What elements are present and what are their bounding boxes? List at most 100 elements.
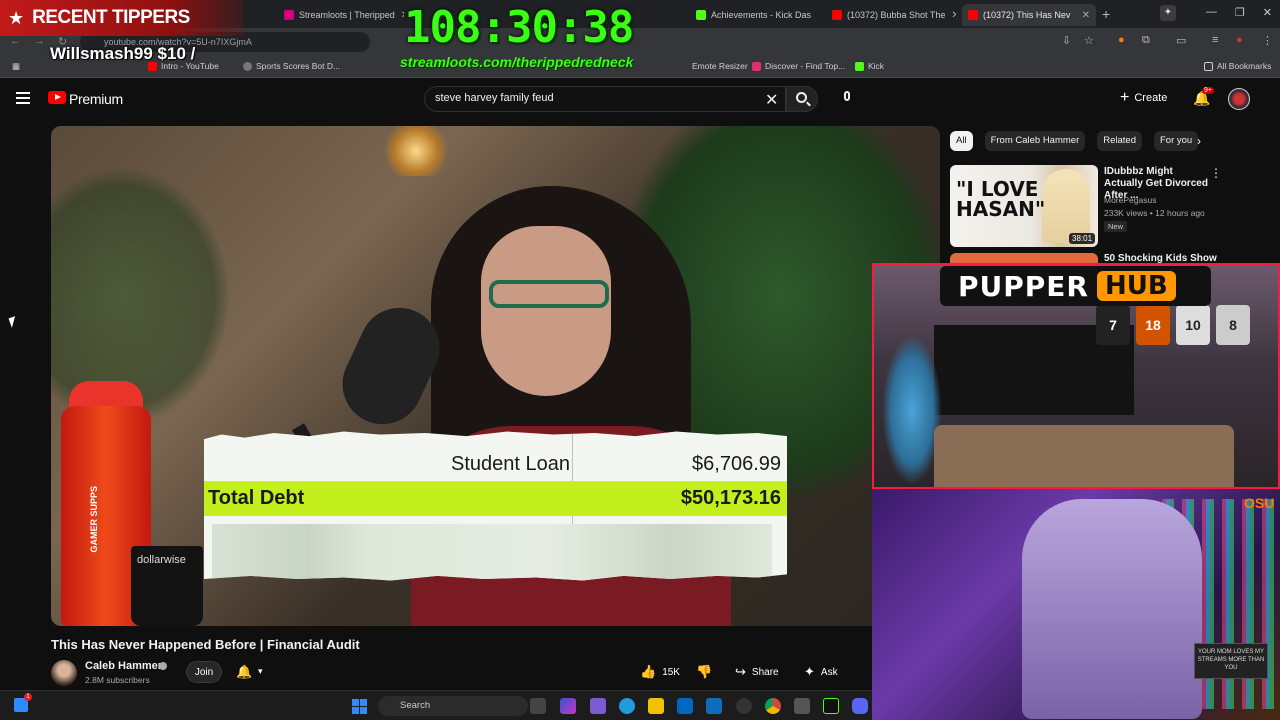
bookmark-item[interactable]: Emote Resizer	[692, 61, 748, 71]
debt-total-row: Total Debt $50,173.16	[204, 482, 787, 516]
close-icon[interactable]: ✕	[395, 10, 404, 21]
share-icon: ↪	[735, 664, 746, 679]
bottle-brand: GAMER SUPPS	[89, 486, 99, 553]
video-title: This Has Never Happened Before | Financi…	[51, 637, 360, 652]
voice-search-button[interactable]	[836, 87, 860, 111]
outlook-icon[interactable]	[706, 698, 722, 714]
debt-label: Student Loan	[451, 453, 570, 475]
folder-icon	[1204, 61, 1213, 71]
window-close-icon[interactable]: ✕	[1263, 6, 1272, 19]
sparkle-icon: ✦	[804, 664, 815, 679]
more-options-icon[interactable]: ⋮	[1210, 166, 1222, 180]
app-icon[interactable]	[823, 698, 839, 714]
minimize-icon[interactable]: —	[1206, 6, 1217, 19]
new-tab-icon[interactable]: +	[1102, 6, 1110, 22]
globe-icon	[243, 61, 252, 71]
blurred-rows	[212, 524, 772, 581]
tab-favicon-icon	[832, 10, 842, 20]
taskbar-search[interactable]: Search	[378, 696, 528, 716]
back-icon[interactable]: ←	[10, 35, 21, 47]
ask-button[interactable]: ✦ Ask	[804, 661, 838, 683]
chrome-icon[interactable]	[765, 698, 781, 714]
chevron-down-icon[interactable]: ▾	[258, 666, 263, 677]
browser-tab[interactable]: Streamloots | Theripped ✕	[278, 4, 404, 26]
jersey: 10	[1176, 305, 1210, 345]
jersey: 7	[1096, 305, 1130, 345]
account-avatar[interactable]	[1228, 88, 1250, 110]
video-player[interactable]: GAMER SUPPS dollarwise Student Loan $6,7…	[51, 126, 940, 626]
bookmark-star-icon[interactable]: ☆	[1084, 34, 1094, 47]
hamburger-menu-icon[interactable]	[16, 92, 30, 104]
recommended-channel[interactable]: MorePegasus	[1104, 195, 1156, 205]
browser-tab[interactable]: (10372) Bubba Shot The ✕	[826, 4, 956, 26]
create-button[interactable]: + Create	[1120, 89, 1167, 107]
join-button[interactable]: Join	[186, 661, 222, 683]
search-icon	[796, 92, 807, 103]
close-icon[interactable]: ✕	[945, 10, 956, 21]
store-icon[interactable]	[677, 698, 693, 714]
like-button[interactable]: 👍 15K	[640, 661, 680, 683]
tab-favicon-icon	[968, 10, 978, 20]
wall-sign: YOUR MOM LOVES MY STREAMS MORE THAN YOU	[1194, 643, 1268, 679]
jersey: 8	[1216, 305, 1250, 345]
obs-icon[interactable]	[736, 698, 752, 714]
copilot-icon[interactable]	[560, 698, 576, 714]
bookmark-item[interactable]: Sports Scores Bot D...	[243, 61, 340, 71]
tab-favicon-icon	[696, 10, 706, 20]
tab-search-icon[interactable]: ✦	[1160, 5, 1176, 21]
debt-label: Total Debt	[208, 487, 305, 509]
bookmark-item[interactable]: Kick	[855, 61, 884, 71]
install-icon[interactable]: ⇩	[1062, 34, 1071, 47]
all-bookmarks[interactable]: All Bookmarks	[1204, 61, 1271, 71]
subscription-bell-icon[interactable]: 🔔	[236, 664, 252, 680]
file-explorer-icon[interactable]	[648, 698, 664, 714]
forward-icon[interactable]: →	[34, 35, 45, 47]
apps-grid-icon[interactable]: ▦	[12, 61, 20, 72]
menu-list-icon[interactable]: ≡	[1212, 34, 1218, 46]
extension-icon[interactable]: ●	[1118, 34, 1125, 46]
channel-name[interactable]: Caleb Hammer	[85, 660, 162, 672]
search-button[interactable]	[786, 86, 818, 112]
app-icon[interactable]	[794, 698, 810, 714]
discord-icon[interactable]	[852, 698, 868, 714]
close-icon[interactable]: ✕	[1076, 10, 1090, 21]
browser-tab-active[interactable]: (10372) This Has Nev ✕	[962, 4, 1096, 26]
browser-tab[interactable]: Achievements - Kick Das ✕	[690, 4, 818, 26]
osu-logo: OSU	[1244, 495, 1275, 511]
edge-icon[interactable]	[619, 698, 635, 714]
thumbs-up-icon: 👍	[640, 664, 657, 679]
chip-for-you[interactable]: For you	[1154, 131, 1199, 151]
kebab-menu-icon[interactable]: ⋮	[1262, 34, 1273, 47]
extensions-puzzle-icon[interactable]: ⧉	[1142, 34, 1150, 47]
restore-icon[interactable]: ❐	[1235, 6, 1245, 19]
youtube-logo-icon[interactable]	[48, 91, 66, 104]
windows-start-icon[interactable]	[352, 699, 367, 714]
verified-check-icon	[159, 662, 167, 670]
dislike-button[interactable]: 👎	[696, 661, 718, 683]
tab-favicon-icon	[284, 10, 294, 20]
youtube-brand[interactable]: Premium	[69, 91, 123, 107]
search-input[interactable]	[435, 92, 755, 104]
bookmark-item[interactable]: Discover - Find Top...	[752, 61, 845, 71]
clear-search-icon[interactable]: ✕	[765, 90, 778, 110]
chip-related[interactable]: Related	[1097, 131, 1142, 151]
chevron-right-icon[interactable]: ›	[1197, 134, 1201, 148]
search-box[interactable]: ✕	[424, 86, 786, 112]
close-icon[interactable]: ✕	[811, 10, 818, 21]
share-button[interactable]: ↪ Share	[735, 661, 779, 683]
teams-icon[interactable]	[590, 698, 606, 714]
recent-tippers-label: RECENT TIPPERS	[32, 7, 190, 28]
task-view-icon[interactable]	[530, 698, 546, 714]
thumbs-down-icon: 👎	[696, 664, 713, 679]
recommended-meta: 233K views • 12 hours ago	[1104, 208, 1205, 218]
webcam-streamer: YOUR MOM LOVES MY STREAMS MORE THAN YOU …	[872, 489, 1280, 720]
sidepanel-icon[interactable]: ▭	[1176, 34, 1186, 47]
debt-summary-card: Student Loan $6,706.99 Total Debt $50,17…	[204, 431, 787, 581]
profile-icon[interactable]: ●	[1236, 34, 1243, 46]
chip-all[interactable]: All	[950, 131, 973, 151]
chip-from-channel[interactable]: From Caleb Hammer	[984, 131, 1086, 151]
channel-avatar[interactable]	[51, 660, 77, 686]
recent-tippers-banner: ★ RECENT TIPPERS	[0, 0, 243, 36]
recommended-thumbnail[interactable]	[950, 253, 1098, 263]
stream-timer: 108:30:38	[404, 2, 634, 53]
